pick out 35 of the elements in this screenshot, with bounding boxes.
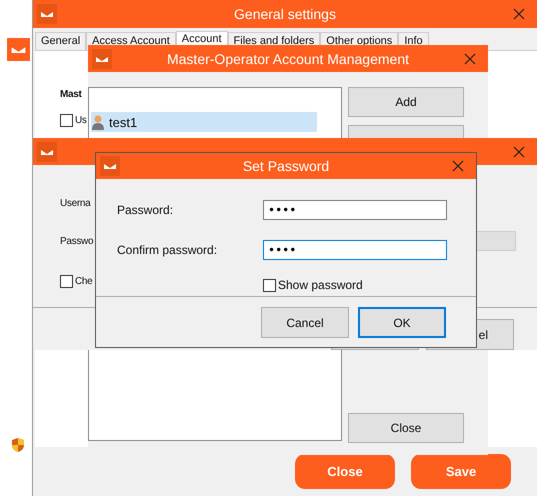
checkbox-label: Che bbox=[75, 276, 92, 287]
section-heading: Mast bbox=[60, 89, 83, 100]
close-icon[interactable] bbox=[464, 52, 476, 64]
close-button[interactable]: Close bbox=[348, 413, 464, 443]
checkbox[interactable] bbox=[60, 114, 73, 127]
window-title: Set Password bbox=[242, 158, 330, 174]
window-title: Master-Operator Account Management bbox=[166, 50, 410, 66]
checkbox-label: Us bbox=[75, 115, 87, 126]
field-label: Confirm password: bbox=[117, 243, 218, 257]
user-name: test1 bbox=[109, 114, 138, 130]
cancel-button[interactable]: Cancel bbox=[261, 307, 349, 338]
close-icon[interactable] bbox=[513, 8, 525, 20]
add-button[interactable]: Add bbox=[348, 87, 464, 117]
field-label: Userna bbox=[60, 198, 90, 209]
checkbox-label: Show password bbox=[278, 278, 363, 292]
app-logo-icon bbox=[37, 4, 57, 24]
tab[interactable]: General bbox=[35, 32, 86, 52]
app-logo-icon bbox=[37, 142, 57, 162]
ok-button[interactable]: OK bbox=[358, 307, 446, 338]
password-field[interactable]: •••• bbox=[263, 200, 447, 220]
app-logo-icon bbox=[7, 37, 30, 62]
checkbox[interactable] bbox=[263, 278, 276, 292]
close-icon[interactable] bbox=[513, 146, 525, 158]
user-row[interactable]: test1 bbox=[91, 112, 317, 132]
checkbox[interactable] bbox=[60, 275, 73, 288]
close-icon[interactable] bbox=[452, 160, 464, 172]
input-field[interactable] bbox=[474, 231, 516, 251]
app-logo-icon bbox=[92, 48, 112, 68]
field-label: Password: bbox=[117, 203, 174, 217]
person-icon bbox=[91, 114, 105, 130]
app-logo-icon bbox=[100, 156, 120, 176]
field-label: Passwo bbox=[60, 236, 94, 246]
password-field[interactable]: •••• bbox=[263, 240, 447, 260]
window-title: General settings bbox=[233, 6, 337, 22]
shield-icon bbox=[10, 437, 26, 453]
